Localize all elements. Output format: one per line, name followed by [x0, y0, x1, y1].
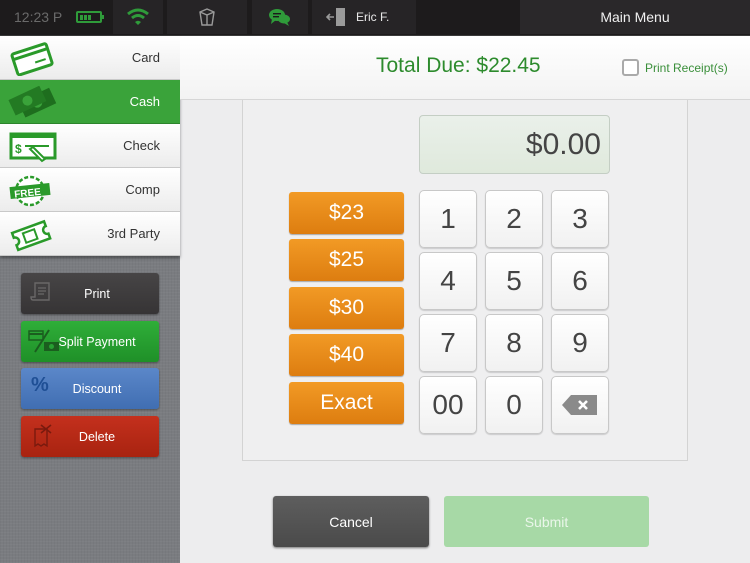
discount-label: Discount	[72, 381, 122, 396]
main-menu-label: Main Menu	[600, 9, 670, 25]
quick-amount-button[interactable]: $23	[289, 192, 404, 234]
quick-amount-button[interactable]: $30	[289, 287, 404, 329]
status-bar: 12:23 P Eric F. Main Menu	[0, 0, 750, 36]
delete-receipt-icon	[34, 424, 52, 448]
chat-icon	[269, 9, 290, 26]
delete-label: Delete	[78, 429, 116, 444]
split-payment-button[interactable]: Split Payment	[21, 321, 159, 362]
check-icon: $	[9, 132, 57, 163]
keypad-key-6[interactable]: 6	[551, 252, 609, 310]
wifi-icon	[127, 8, 149, 25]
payment-type-cash[interactable]: Cash	[0, 80, 180, 124]
backspace-icon	[562, 395, 597, 415]
payment-type-label: Check	[123, 138, 160, 153]
cash-icon	[8, 86, 57, 118]
print-receipt-checkbox[interactable]	[622, 59, 639, 76]
keypad-key-00[interactable]: 00	[419, 376, 477, 434]
quick-amount-button[interactable]: $25	[289, 239, 404, 281]
payment-type-label: Cash	[129, 94, 160, 109]
payment-type-label: 3rd Party	[107, 226, 160, 241]
cancel-button[interactable]: Cancel	[273, 496, 429, 547]
percent-icon: %	[31, 374, 49, 396]
keypad-key-8[interactable]: 8	[485, 314, 543, 372]
keypad-key-7[interactable]: 7	[419, 314, 477, 372]
user-logout-button[interactable]: Eric F.	[312, 0, 416, 34]
payment-type-comp[interactable]: FREE Comp	[0, 168, 180, 212]
payment-type-3rd-party[interactable]: 3rd Party	[0, 212, 180, 256]
payment-header: Total Due: $22.45 Print Receipt(s)	[180, 36, 750, 100]
keypad-key-0[interactable]: 0	[485, 376, 543, 434]
print-receipt-toggle[interactable]: Print Receipt(s)	[622, 59, 728, 76]
logout-door-icon	[326, 8, 345, 26]
keypad-key-3[interactable]: 3	[551, 190, 609, 248]
payment-type-label: Card	[131, 50, 160, 65]
keypad-key-2[interactable]: 2	[485, 190, 543, 248]
backspace-button[interactable]	[551, 376, 609, 434]
delete-button[interactable]: Delete	[21, 416, 159, 457]
quick-amount-button[interactable]: $40	[289, 334, 404, 376]
messages-button[interactable]	[252, 0, 308, 34]
print-button[interactable]: Print	[21, 273, 159, 314]
battery-icon	[76, 11, 105, 23]
free-badge-icon: FREE	[9, 175, 51, 207]
submit-button[interactable]: Submit	[444, 496, 649, 547]
orders-button[interactable]	[167, 0, 247, 34]
keypad-key-5[interactable]: 5	[485, 252, 543, 310]
discount-button[interactable]: % Discount	[21, 368, 159, 409]
credit-card-icon	[10, 42, 54, 76]
keypad-key-4[interactable]: 4	[419, 252, 477, 310]
exact-amount-button[interactable]: Exact	[289, 382, 404, 424]
amount-display: $0.00	[419, 115, 610, 174]
total-due: Total Due: $22.45	[376, 54, 541, 77]
takeout-box-icon	[199, 8, 215, 26]
user-name: Eric F.	[356, 10, 390, 24]
sidebar: Card Cash $ Check FREE Comp 3rd Party Pr…	[0, 36, 180, 563]
payment-type-label: Comp	[125, 182, 160, 197]
status-time-segment: 12:23 P	[0, 0, 110, 34]
payment-type-list: Card Cash $ Check FREE Comp 3rd Party	[0, 36, 180, 256]
keypad-key-1[interactable]: 1	[419, 190, 477, 248]
payment-type-card[interactable]: Card	[0, 36, 180, 80]
ticket-icon	[10, 219, 52, 252]
svg-text:$: $	[15, 142, 22, 156]
clock-time: 12:23 P	[14, 9, 63, 25]
main-menu-button[interactable]: Main Menu	[520, 0, 750, 34]
payment-type-check[interactable]: $ Check	[0, 124, 180, 168]
keypad-key-9[interactable]: 9	[551, 314, 609, 372]
receipt-icon	[30, 282, 50, 301]
print-label: Print	[84, 286, 110, 301]
wifi-button[interactable]	[113, 0, 163, 34]
split-payment-icon	[28, 329, 59, 353]
print-receipt-label: Print Receipt(s)	[645, 60, 728, 75]
